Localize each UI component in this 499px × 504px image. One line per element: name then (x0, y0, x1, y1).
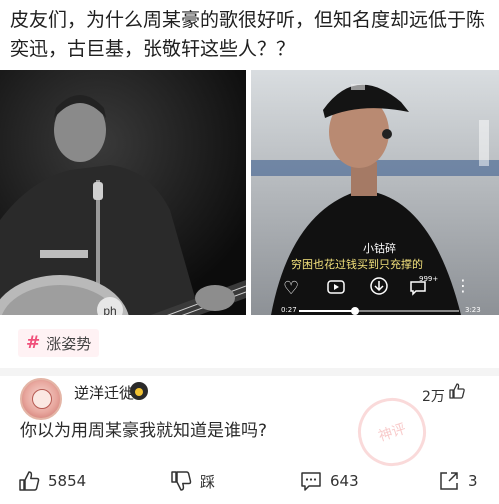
hash-icon: # (26, 333, 41, 353)
comment-icon (301, 472, 321, 491)
guitarist-photo: ph (0, 70, 246, 315)
section-divider (0, 368, 499, 376)
post-title: 皮友们，为什么周某豪的歌很好听，但知名度却远低于陈奕迅，古巨基，张敬轩这些人？？ (10, 9, 486, 60)
topic-tag-row: # 涨姿势 (18, 329, 100, 357)
thumbs-up-icon (19, 471, 40, 491)
comment-username[interactable]: 逆洋迁徙 (74, 382, 134, 403)
download-icon[interactable] (369, 276, 389, 300)
post-image-video-frame[interactable]: 小钴碎 穷困也花过钱买到只充撑的 ♡ 999+ ⋮ 0:27 3:23 (251, 70, 499, 315)
post-image-guitarist[interactable]: ph (0, 70, 246, 315)
dislike-label: 踩 (200, 472, 216, 491)
video-progress-bar[interactable] (299, 307, 459, 315)
bottom-action-bar: 5854 踩 643 3 (0, 458, 499, 504)
comment-like-count: 2万 (422, 389, 445, 405)
video-time-left: 0:27 (281, 306, 297, 314)
dislike-button[interactable]: 踩 (170, 470, 215, 492)
comment-like-icon[interactable] (448, 382, 466, 400)
video-subtitle-name: 小钴碎 (363, 242, 396, 255)
comment-button[interactable]: 643 (300, 470, 359, 492)
comment-text: 你以为用周某豪我就知道是谁吗? (20, 421, 268, 441)
topic-tag[interactable]: # 涨姿势 (18, 329, 100, 357)
share-count: 3 (468, 472, 478, 490)
heart-icon[interactable]: ♡ (283, 278, 299, 299)
avatar[interactable] (20, 378, 62, 420)
user-badge-icon (130, 382, 148, 400)
video-subtitle-line: 穷困也花过钱买到只充撑的 (291, 258, 423, 271)
comment-count: 643 (330, 472, 359, 490)
avatar-face (32, 389, 52, 409)
video-progress-fill (299, 310, 355, 312)
share-icon (440, 472, 458, 490)
thumbs-down-icon (171, 471, 192, 491)
svg-text:ph: ph (103, 304, 116, 315)
share-button[interactable]: 3 (438, 470, 478, 492)
video-progress-handle[interactable] (351, 307, 359, 315)
more-icon[interactable]: ⋮ (455, 276, 471, 295)
like-count: 5854 (48, 472, 87, 490)
video-comment-badge: 999+ (419, 275, 439, 283)
like-button[interactable]: 5854 (18, 470, 86, 492)
play-icon[interactable] (327, 278, 345, 300)
video-time-right: 3:23 (465, 306, 481, 314)
topic-tag-label: 涨姿势 (46, 334, 92, 353)
